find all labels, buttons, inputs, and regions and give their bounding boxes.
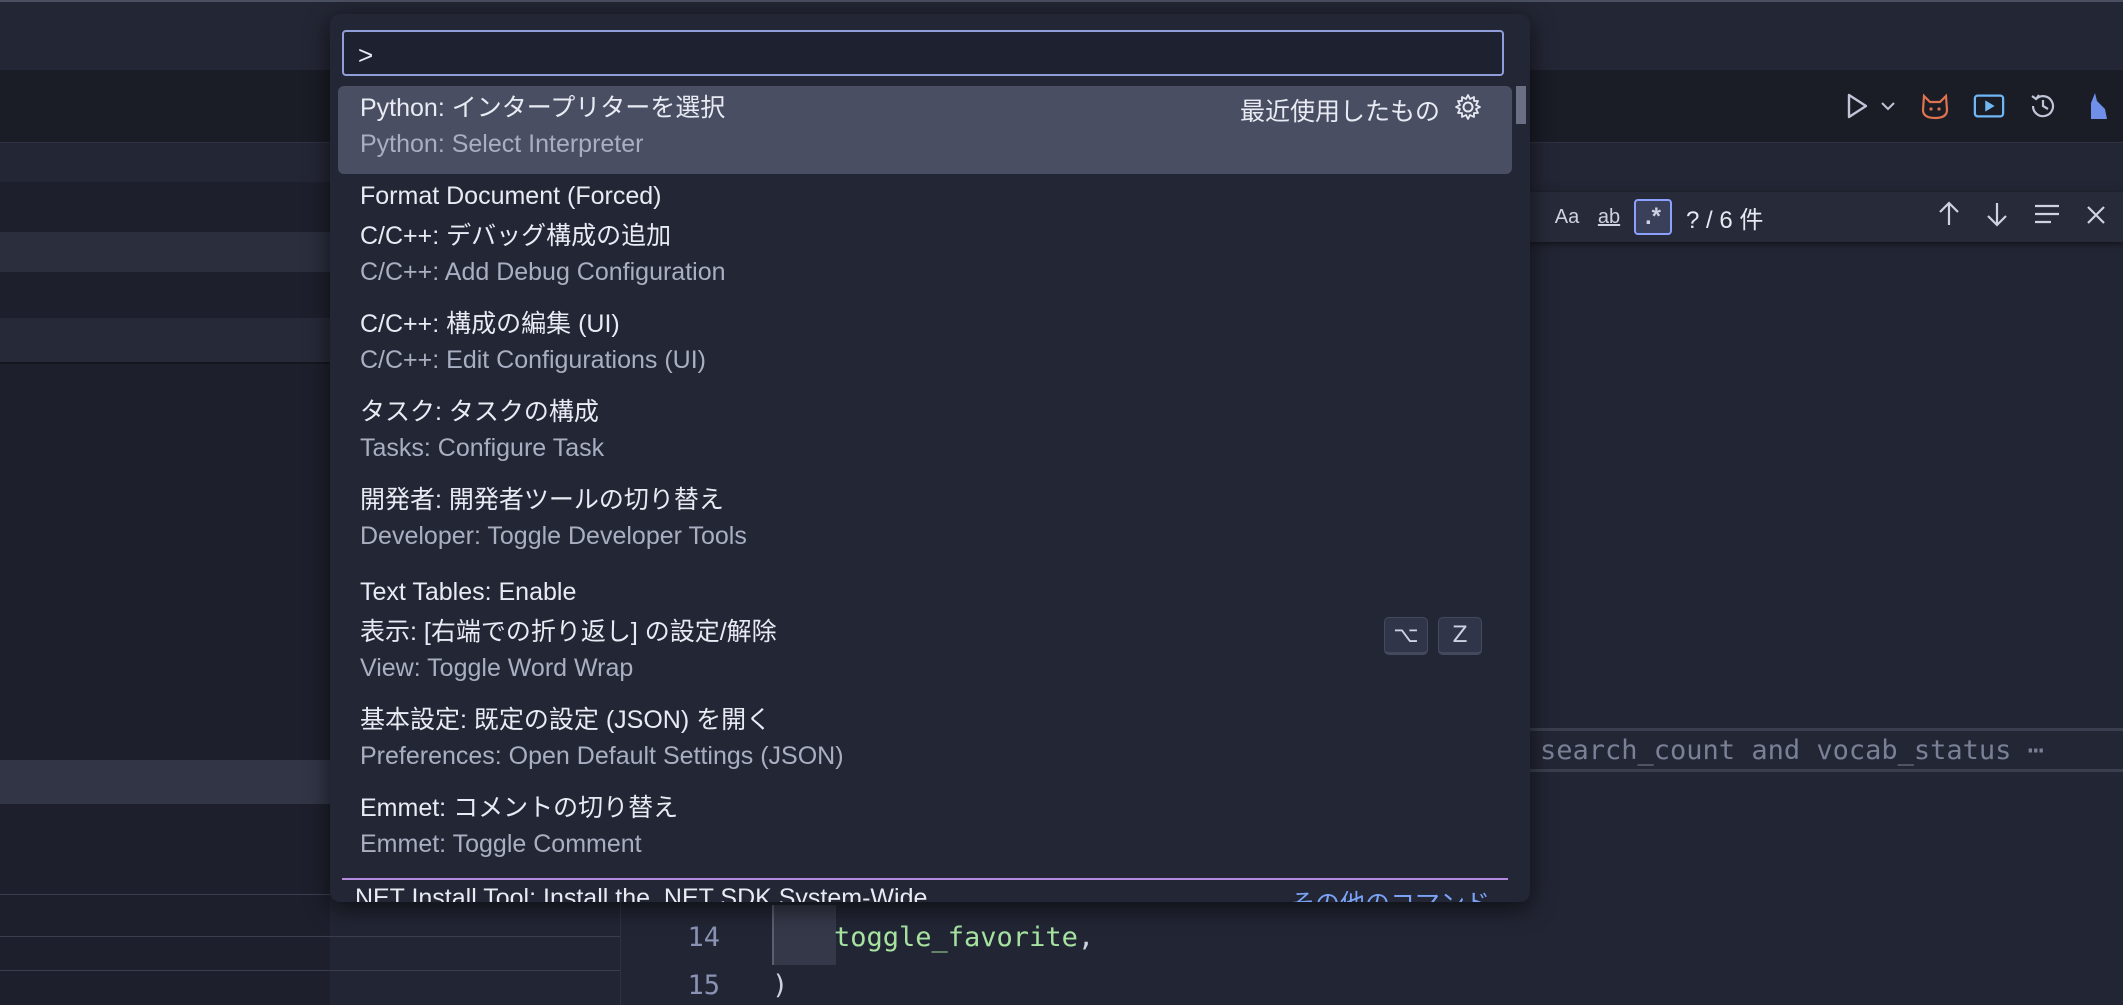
command-label: C/C++: 構成の編集 (UI) <box>360 310 620 338</box>
recent-indicator: 最近使用したもの <box>1240 88 1482 132</box>
command-detail: C/C++: Add Debug Configuration <box>360 258 726 286</box>
match-count: ? / 6 件 <box>1686 206 1764 234</box>
command-detail: C/C++: Edit Configurations (UI) <box>360 346 706 374</box>
command-list: Python: インタープリターを選択 Python: Select Inter… <box>338 86 1512 878</box>
command-palette: > Python: インタープリターを選択 Python: Select Int… <box>330 14 1530 902</box>
inline-hint: search_count and vocab_status ⋯ <box>1530 728 2123 772</box>
command-label: 開発者: 開発者ツールの切り替え <box>360 486 724 514</box>
command-detail: View: Toggle Word Wrap <box>360 654 634 682</box>
command-item[interactable]: Format Document (Forced) <box>338 174 1512 218</box>
code-line[interactable]: 14 toggle_favorite, <box>620 922 1094 953</box>
scrollbar[interactable] <box>1516 86 1526 124</box>
code-punctuation: ) <box>772 970 789 1001</box>
cat-icon[interactable] <box>1919 90 1951 122</box>
command-item[interactable]: タスク: タスクの構成 Tasks: Configure Task <box>338 394 1512 482</box>
command-item[interactable]: 開発者: 開発者ツールの切り替え Developer: Toggle Devel… <box>338 482 1512 570</box>
command-label: Text Tables: Enable <box>360 578 577 606</box>
command-item[interactable]: Emmet: コメントの切り替え Emmet: Toggle Comment <box>338 790 1512 878</box>
command-item[interactable]: Python: インタープリターを選択 Python: Select Inter… <box>338 86 1512 174</box>
history-icon[interactable] <box>2027 90 2059 122</box>
side-panel-row[interactable] <box>0 760 330 804</box>
find-nav <box>1937 192 2107 242</box>
preview-play-icon[interactable] <box>1973 90 2005 122</box>
gear-icon[interactable] <box>1454 93 1482 128</box>
command-detail: Tasks: Configure Task <box>360 434 605 462</box>
command-item[interactable]: 基本設定: 既定の設定 (JSON) を開く Preferences: Open… <box>338 702 1512 790</box>
close-icon[interactable] <box>2085 201 2107 233</box>
command-detail: Preferences: Open Default Settings (JSON… <box>360 742 844 770</box>
run-icon[interactable] <box>1841 90 1873 122</box>
whole-word-toggle[interactable]: ab <box>1592 201 1626 233</box>
divider <box>0 970 620 971</box>
side-panel <box>0 182 330 1005</box>
find-widget: Aa ab .* ? / 6 件 <box>1530 192 2123 242</box>
regex-toggle[interactable]: .* <box>1634 199 1672 235</box>
command-label: Format Document (Forced) <box>360 182 662 210</box>
command-label: Emmet: コメントの切り替え <box>360 794 679 822</box>
code-line[interactable]: 15 ) <box>620 970 788 1001</box>
key-z: Z <box>1438 617 1482 655</box>
code-identifier: toggle_favorite <box>834 922 1078 953</box>
line-number: 15 <box>687 970 720 1001</box>
key-option: ⌥ <box>1384 617 1428 655</box>
command-detail: Emmet: Toggle Comment <box>360 830 642 858</box>
divider <box>0 936 620 937</box>
code-punctuation: , <box>1077 922 1095 953</box>
command-item-partial[interactable]: .NET Install Tool: Install the .NET SDK … <box>348 884 927 902</box>
line-number: 14 <box>687 922 720 953</box>
command-item[interactable]: Text Tables: Enable <box>338 570 1512 614</box>
command-detail: Developer: Toggle Developer Tools <box>360 522 747 550</box>
match-case-toggle[interactable]: Aa <box>1550 201 1584 233</box>
wolf-icon[interactable] <box>2081 90 2113 122</box>
command-item[interactable]: 表示: [右端での折り返し] の設定/解除 View: Toggle Word … <box>338 614 1512 702</box>
side-panel-row[interactable] <box>0 232 330 272</box>
more-commands-link[interactable]: その他のコマンド <box>1290 884 1490 902</box>
command-label: タスク: タスクの構成 <box>360 398 599 426</box>
side-panel-row[interactable] <box>0 318 330 364</box>
command-item[interactable]: C/C++: 構成の編集 (UI) C/C++: Edit Configurat… <box>338 306 1512 394</box>
command-label: C/C++: デバッグ構成の追加 <box>360 222 672 250</box>
command-label: 基本設定: 既定の設定 (JSON) を開く <box>360 706 772 734</box>
editor-toolbar <box>1841 86 2113 126</box>
keybinding: ⌥ Z <box>1384 614 1482 658</box>
command-label: 表示: [右端での折り返し] の設定/解除 <box>360 618 777 646</box>
command-input[interactable]: > <box>342 30 1504 76</box>
command-item[interactable]: C/C++: デバッグ構成の追加 C/C++: Add Debug Config… <box>338 218 1512 306</box>
arrow-down-icon[interactable] <box>1985 201 2009 234</box>
find-in-selection-icon[interactable] <box>2033 201 2061 233</box>
chevron-down-icon[interactable] <box>1879 90 1897 122</box>
arrow-up-icon[interactable] <box>1937 200 1961 234</box>
recent-label: 最近使用したもの <box>1239 98 1440 126</box>
